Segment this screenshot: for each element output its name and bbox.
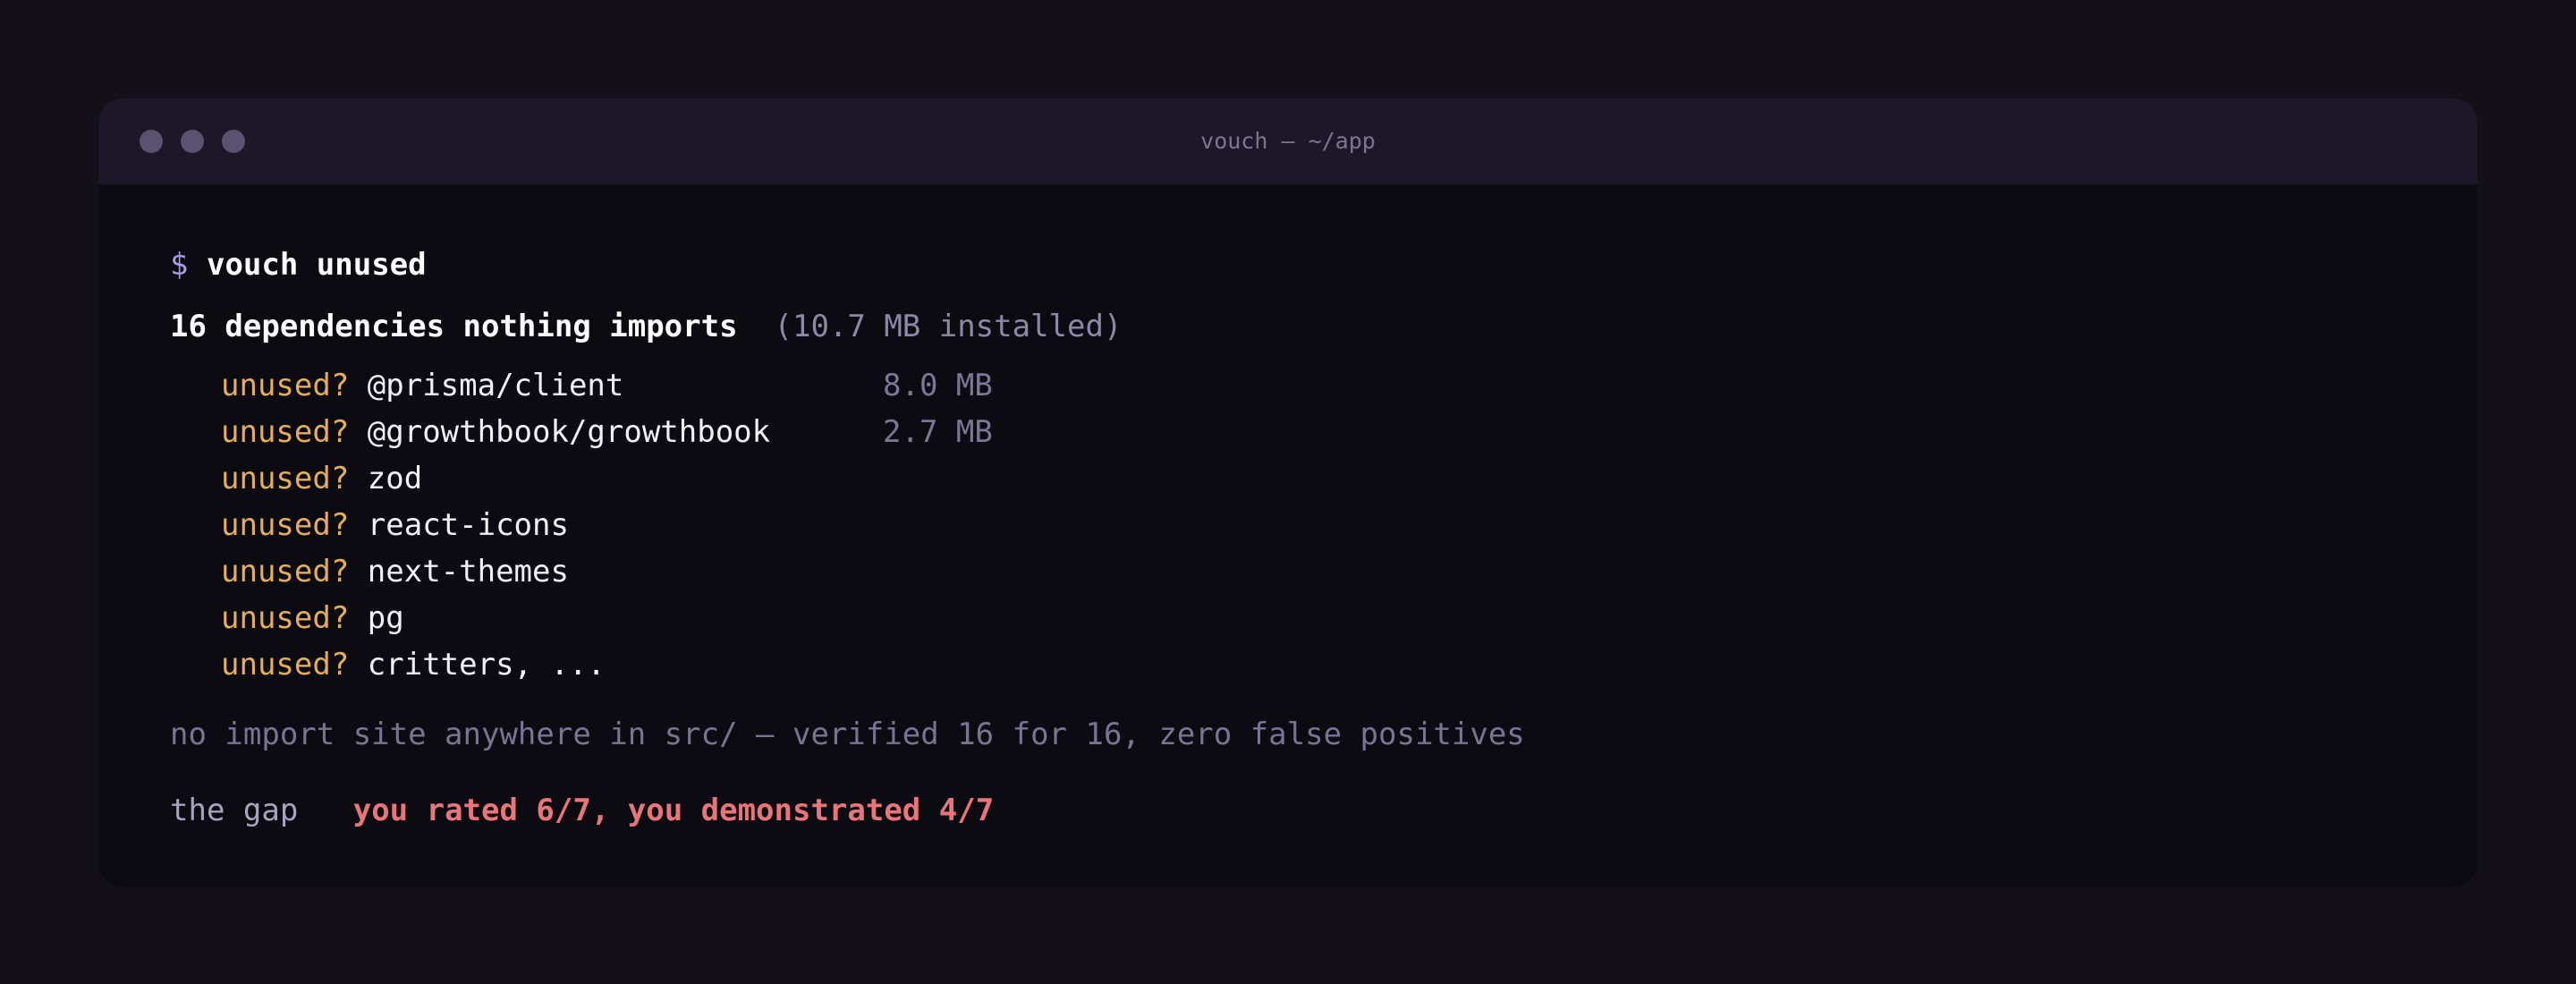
command-line: $ vouch unused (170, 242, 427, 287)
list-item: unused? zod (221, 456, 422, 501)
summary-detail: (10.7 MB installed) (774, 309, 1123, 344)
list-item: unused? next-themes (221, 549, 569, 594)
package-name: next-themes (367, 554, 569, 590)
unused-tag: unused? (221, 647, 350, 683)
list-item: unused? critters, ... (221, 642, 606, 687)
unused-tag: unused? (221, 461, 350, 496)
package-name: pg (367, 600, 404, 636)
unused-tag: unused? (221, 600, 350, 636)
package-name: react-icons (367, 507, 569, 543)
package-name: critters, ... (367, 647, 606, 683)
package-name: @prisma/client (367, 368, 624, 403)
unused-tag: unused? (221, 414, 350, 450)
list-item: unused? pg (221, 596, 404, 640)
window-title: vouch — ~/app (1200, 128, 1376, 154)
list-item: unused? react-icons (221, 503, 569, 547)
terminal-output[interactable]: $ vouch unused 16 dependencies nothing i… (170, 184, 2406, 887)
package-name: @growthbook/growthbook (367, 414, 771, 450)
title-bar: vouch — ~/app (98, 98, 2478, 184)
unused-tag: unused? (221, 554, 350, 590)
unused-tag: unused? (221, 368, 350, 403)
terminal-window: vouch — ~/app $ vouch unused 16 dependen… (98, 98, 2478, 887)
package-name: zod (367, 461, 423, 496)
gap-value: you rated 6/7, you demonstrated 4/7 (352, 793, 995, 828)
list-item: unused? @prisma/client 8.0 MB (221, 363, 993, 408)
verification-note: no import site anywhere in src/ — verifi… (170, 717, 1525, 752)
prompt-symbol: $ (170, 247, 189, 283)
gap-line: the gap you rated 6/7, you demonstrated … (170, 788, 994, 833)
gap-label: the gap (170, 793, 299, 828)
list-item: unused? @growthbook/growthbook 2.7 MB (221, 410, 993, 454)
summary-line: 16 dependencies nothing imports (10.7 MB… (170, 304, 1122, 349)
command-text: vouch unused (206, 247, 427, 283)
unused-tag: unused? (221, 507, 350, 543)
summary-heading: 16 dependencies nothing imports (170, 309, 738, 344)
package-size: 8.0 MB (883, 368, 993, 403)
package-size: 2.7 MB (883, 414, 993, 450)
